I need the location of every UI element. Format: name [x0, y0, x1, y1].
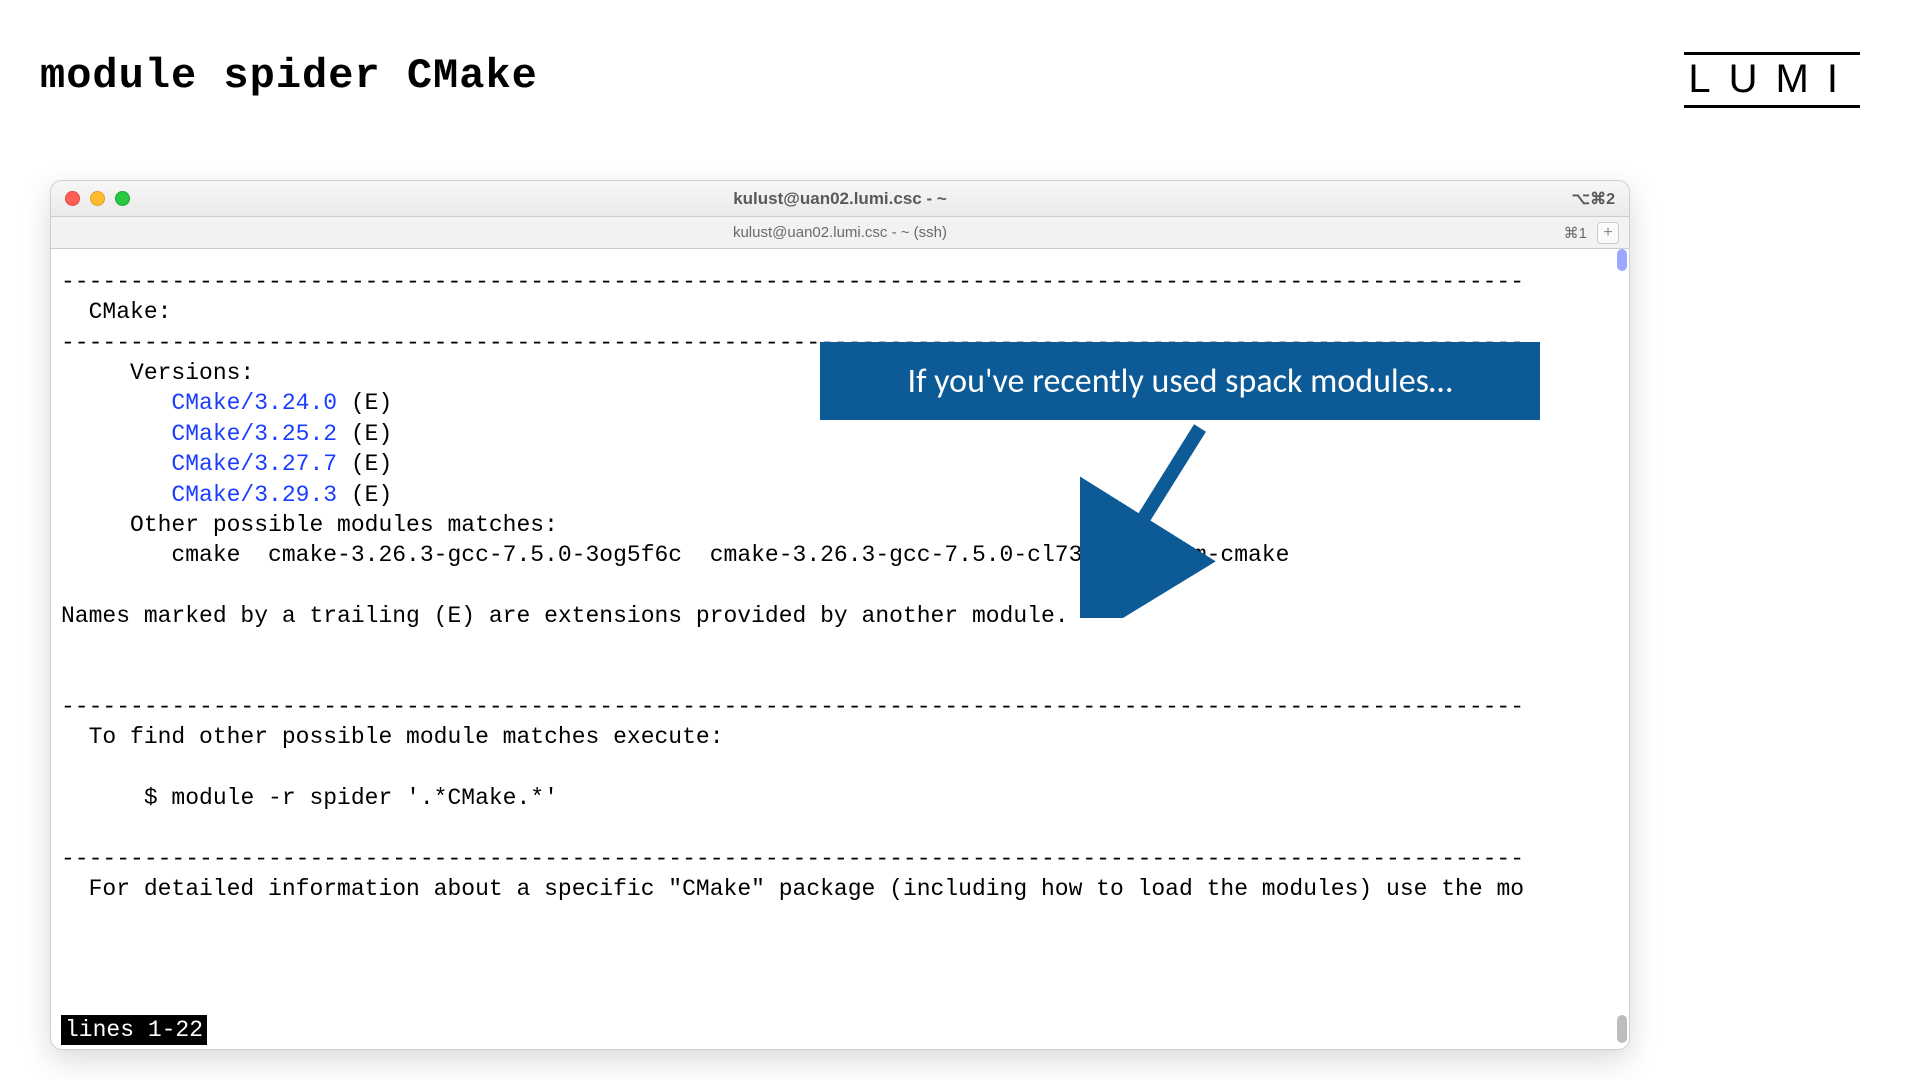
- module-version: CMake/3.27.7: [171, 451, 337, 477]
- other-matches-list: cmake cmake-3.26.3-gcc-7.5.0-3og5f6c cma…: [171, 542, 1289, 568]
- tab-shortcut: ⌘1: [1564, 224, 1587, 242]
- ext-suffix: (E): [337, 390, 392, 416]
- scrollbar-thumb-top[interactable]: [1617, 249, 1627, 271]
- ext-suffix: (E): [337, 451, 392, 477]
- find-other-command: $ module -r spider '.*CMake.*': [144, 785, 558, 811]
- detail-info-line: For detailed information about a specifi…: [89, 876, 1524, 902]
- annotation-callout: If you've recently used spack modules…: [820, 342, 1540, 420]
- traffic-lights: [65, 191, 130, 206]
- find-other-label: To find other possible module matches ex…: [89, 724, 724, 750]
- ext-suffix: (E): [337, 421, 392, 447]
- module-version: CMake/3.25.2: [171, 421, 337, 447]
- tab-bar: kulust@uan02.lumi.csc - ~ (ssh) ⌘1 +: [51, 217, 1629, 249]
- module-version: CMake/3.24.0: [171, 390, 337, 416]
- divider: ----------------------------------------…: [61, 694, 1524, 720]
- minimize-icon[interactable]: [90, 191, 105, 206]
- callout-text: If you've recently used spack modules…: [908, 361, 1453, 402]
- zoom-icon[interactable]: [115, 191, 130, 206]
- window-title: kulust@uan02.lumi.csc - ~: [733, 189, 947, 209]
- close-icon[interactable]: [65, 191, 80, 206]
- divider: ----------------------------------------…: [61, 269, 1524, 295]
- add-tab-button[interactable]: +: [1597, 222, 1619, 244]
- scrollbar[interactable]: [1617, 249, 1627, 1043]
- other-matches-label: Other possible modules matches:: [130, 512, 558, 538]
- tab-title[interactable]: kulust@uan02.lumi.csc - ~ (ssh): [733, 224, 947, 241]
- scrollbar-thumb-bottom[interactable]: [1617, 1015, 1627, 1043]
- extensions-note: Names marked by a trailing (E) are exten…: [61, 603, 1069, 629]
- pager-status: lines 1-22: [61, 1015, 207, 1045]
- slide-title: module spider CMake: [40, 52, 538, 100]
- module-version: CMake/3.29.3: [171, 482, 337, 508]
- versions-label: Versions:: [130, 360, 254, 386]
- window-shortcut-indicator: ⌥⌘2: [1572, 189, 1615, 209]
- ext-suffix: (E): [337, 482, 392, 508]
- section-header: CMake:: [89, 299, 172, 325]
- brand-logo: LUMI: [1684, 52, 1860, 108]
- divider: ----------------------------------------…: [61, 846, 1524, 872]
- terminal-window: kulust@uan02.lumi.csc - ~ ⌥⌘2 kulust@uan…: [50, 180, 1630, 1050]
- window-titlebar: kulust@uan02.lumi.csc - ~ ⌥⌘2: [51, 181, 1629, 217]
